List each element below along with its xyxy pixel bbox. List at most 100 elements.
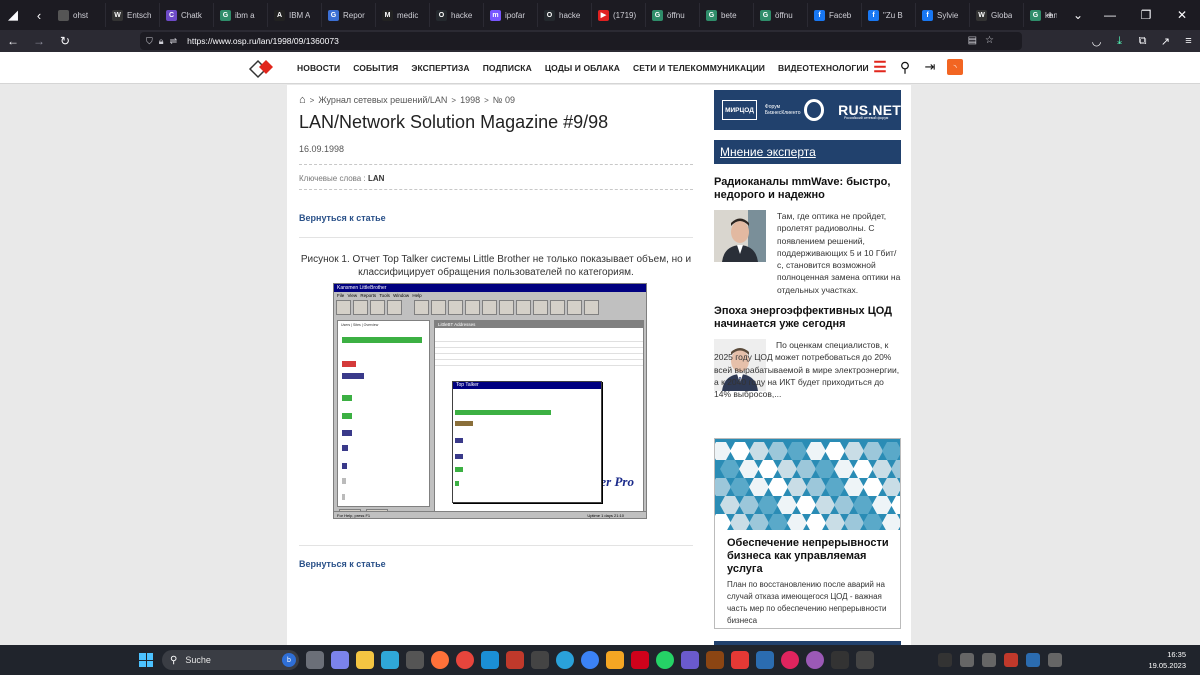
browser-tab[interactable]: W Globa — [970, 3, 1024, 27]
forward-icon[interactable]: → — [26, 34, 52, 48]
menu-item[interactable]: ЭКСПЕРТИЗА — [411, 63, 469, 73]
browser-tab[interactable]: G Repor — [322, 3, 376, 27]
app-icon[interactable] — [706, 651, 724, 669]
rss-icon[interactable]: ◝ — [947, 59, 963, 75]
app-icon[interactable] — [631, 651, 649, 669]
task-view-icon[interactable] — [306, 651, 324, 669]
browser-tab[interactable]: Gbete — [700, 3, 754, 27]
app-icon[interactable] — [781, 651, 799, 669]
browser-tab[interactable]: f Faceb — [808, 3, 862, 27]
edge-icon[interactable] — [381, 651, 399, 669]
browser-tab[interactable]: m ipofar — [484, 3, 538, 27]
menu-item[interactable]: ПОДПИСКА — [483, 63, 532, 73]
terminal-icon[interactable] — [938, 653, 952, 667]
expert-title[interactable]: Эпоха энергоэффективных ЦОД начинается у… — [714, 305, 902, 331]
new-tab-icon[interactable]: + — [1036, 8, 1064, 22]
search-icon[interactable]: ⚲ — [897, 59, 913, 75]
browser-tab[interactable]: ▶ (1719) — [592, 3, 646, 27]
mail-icon[interactable] — [481, 651, 499, 669]
hamburger-menu-icon[interactable]: ☰ — [872, 59, 888, 76]
browser-tab[interactable]: A IBM A — [268, 3, 322, 27]
notes-icon[interactable] — [1026, 653, 1040, 667]
browser-tab[interactable]: W Entsch — [106, 3, 160, 27]
pocket-icon[interactable]: ◡ — [1085, 35, 1108, 48]
expert-photo[interactable] — [714, 210, 766, 262]
minimize-icon[interactable]: — — [1092, 8, 1128, 22]
reader-view-icon[interactable]: ▤ — [968, 35, 977, 46]
back-to-article-link[interactable]: Вернуться к статье — [299, 559, 386, 569]
expert-opinion-header[interactable]: Мнение эксперта — [714, 140, 901, 164]
browser-tab[interactable]: C Chatk — [160, 3, 214, 27]
app-icon[interactable] — [531, 651, 549, 669]
app-icon[interactable] — [756, 651, 774, 669]
back-to-article-link[interactable]: Вернуться к статье — [299, 213, 386, 223]
bookmark-star-icon[interactable]: ☆ — [985, 35, 994, 46]
shield-icon[interactable]: ⛉ — [146, 36, 153, 47]
taskbar-search[interactable]: ⚲ Suche b — [162, 650, 299, 670]
lock-icon[interactable]: 🔒︎ — [159, 36, 164, 47]
osp-logo[interactable] — [247, 58, 275, 80]
browser-tab[interactable]: ohst — [52, 3, 106, 27]
url-bar[interactable]: ⛉ 🔒︎ ⇌ https://www.osp.ru/lan/1998/09/13… — [140, 32, 1022, 50]
telegram-icon[interactable] — [556, 651, 574, 669]
back-icon[interactable]: ← — [0, 34, 26, 48]
divider — [299, 164, 693, 165]
browser-tab[interactable]: Gibm a — [214, 3, 268, 27]
downloads-icon[interactable]: ⤓ — [1108, 35, 1131, 48]
chrome-icon[interactable] — [456, 651, 474, 669]
url-text[interactable]: https://www.osp.ru/lan/1998/09/1360073 — [187, 36, 339, 46]
browser-tab[interactable]: Göffnu — [754, 3, 808, 27]
app-menu-icon[interactable]: ≡ — [1177, 35, 1200, 47]
browser-tab[interactable]: Göffnu — [646, 3, 700, 27]
keyword-link[interactable]: LAN — [368, 174, 384, 183]
permissions-icon[interactable]: ⇌ — [170, 36, 178, 47]
browser-tab[interactable]: Ohacke — [538, 3, 592, 27]
app-icon[interactable] — [856, 651, 874, 669]
menu-item[interactable]: СОБЫТИЯ — [353, 63, 398, 73]
clock[interactable]: 16:35 19.05.2023 — [1148, 649, 1186, 671]
firefox-icon[interactable] — [431, 651, 449, 669]
app-icon[interactable] — [831, 651, 849, 669]
menu-item[interactable]: СЕТИ И ТЕЛЕКОММУНИКАЦИИ — [633, 63, 765, 73]
tab-list-icon[interactable]: ⌄ — [1064, 8, 1092, 22]
browser-tab[interactable]: Mmedic — [376, 3, 430, 27]
linux-icon[interactable] — [960, 653, 974, 667]
app-icon[interactable] — [731, 651, 749, 669]
expert-title[interactable]: Радиоканалы mmWave: быстро, недорого и н… — [714, 176, 902, 202]
extensions-icon[interactable]: ⧉ — [1131, 35, 1154, 48]
breadcrumb-item-year[interactable]: 1998 — [460, 95, 480, 105]
rusnet-banner[interactable]: МИРЦОД Форум БизнесКлиенто RUS.NET Росси… — [714, 90, 901, 130]
linux-icon[interactable] — [982, 653, 996, 667]
app-icon[interactable] — [606, 651, 624, 669]
home-icon[interactable]: ⌂ — [299, 94, 306, 106]
teams-icon[interactable] — [331, 651, 349, 669]
tab-scroll-left-icon[interactable]: ‹ — [26, 0, 52, 30]
browser-tab[interactable]: f "Zu B — [862, 3, 916, 27]
promo-title[interactable]: Обеспечение непрерывности бизнеса как уп… — [727, 537, 892, 576]
app-icon[interactable] — [506, 651, 524, 669]
breadcrumb-item-issue[interactable]: № 09 — [493, 95, 515, 105]
breadcrumb-item-journal[interactable]: Журнал сетевых решений/LAN — [318, 95, 447, 105]
promo-card[interactable]: Обеспечение непрерывности бизнеса как уп… — [714, 438, 901, 629]
file-explorer-icon[interactable] — [356, 651, 374, 669]
signal-icon[interactable] — [581, 651, 599, 669]
sidebar-icon[interactable]: ↗ — [1154, 35, 1177, 48]
app-icon[interactable] — [681, 651, 699, 669]
reload-icon[interactable]: ↻ — [52, 34, 78, 48]
login-icon[interactable]: ⇥ — [922, 59, 938, 75]
linux-icon[interactable] — [1048, 653, 1062, 667]
menu-item[interactable]: НОВОСТИ — [297, 63, 340, 73]
browser-tab[interactable]: f Sylvie — [916, 3, 970, 27]
restore-icon[interactable]: ❐ — [1128, 8, 1164, 22]
bing-icon[interactable]: b — [282, 653, 296, 667]
app-icon[interactable] — [806, 651, 824, 669]
store-icon[interactable] — [406, 651, 424, 669]
app-icon[interactable] — [1004, 653, 1018, 667]
browser-tab[interactable]: Ohacke — [430, 3, 484, 27]
menu-item[interactable]: ВИДЕОТЕХНОЛОГИИ — [778, 63, 869, 73]
browser-menu-icon[interactable]: ◢ — [0, 0, 26, 30]
whatsapp-icon[interactable] — [656, 651, 674, 669]
close-window-icon[interactable]: ✕ — [1164, 8, 1200, 22]
windows-start-icon[interactable] — [139, 653, 153, 667]
menu-item[interactable]: ЦОДЫ И ОБЛАКА — [545, 63, 620, 73]
